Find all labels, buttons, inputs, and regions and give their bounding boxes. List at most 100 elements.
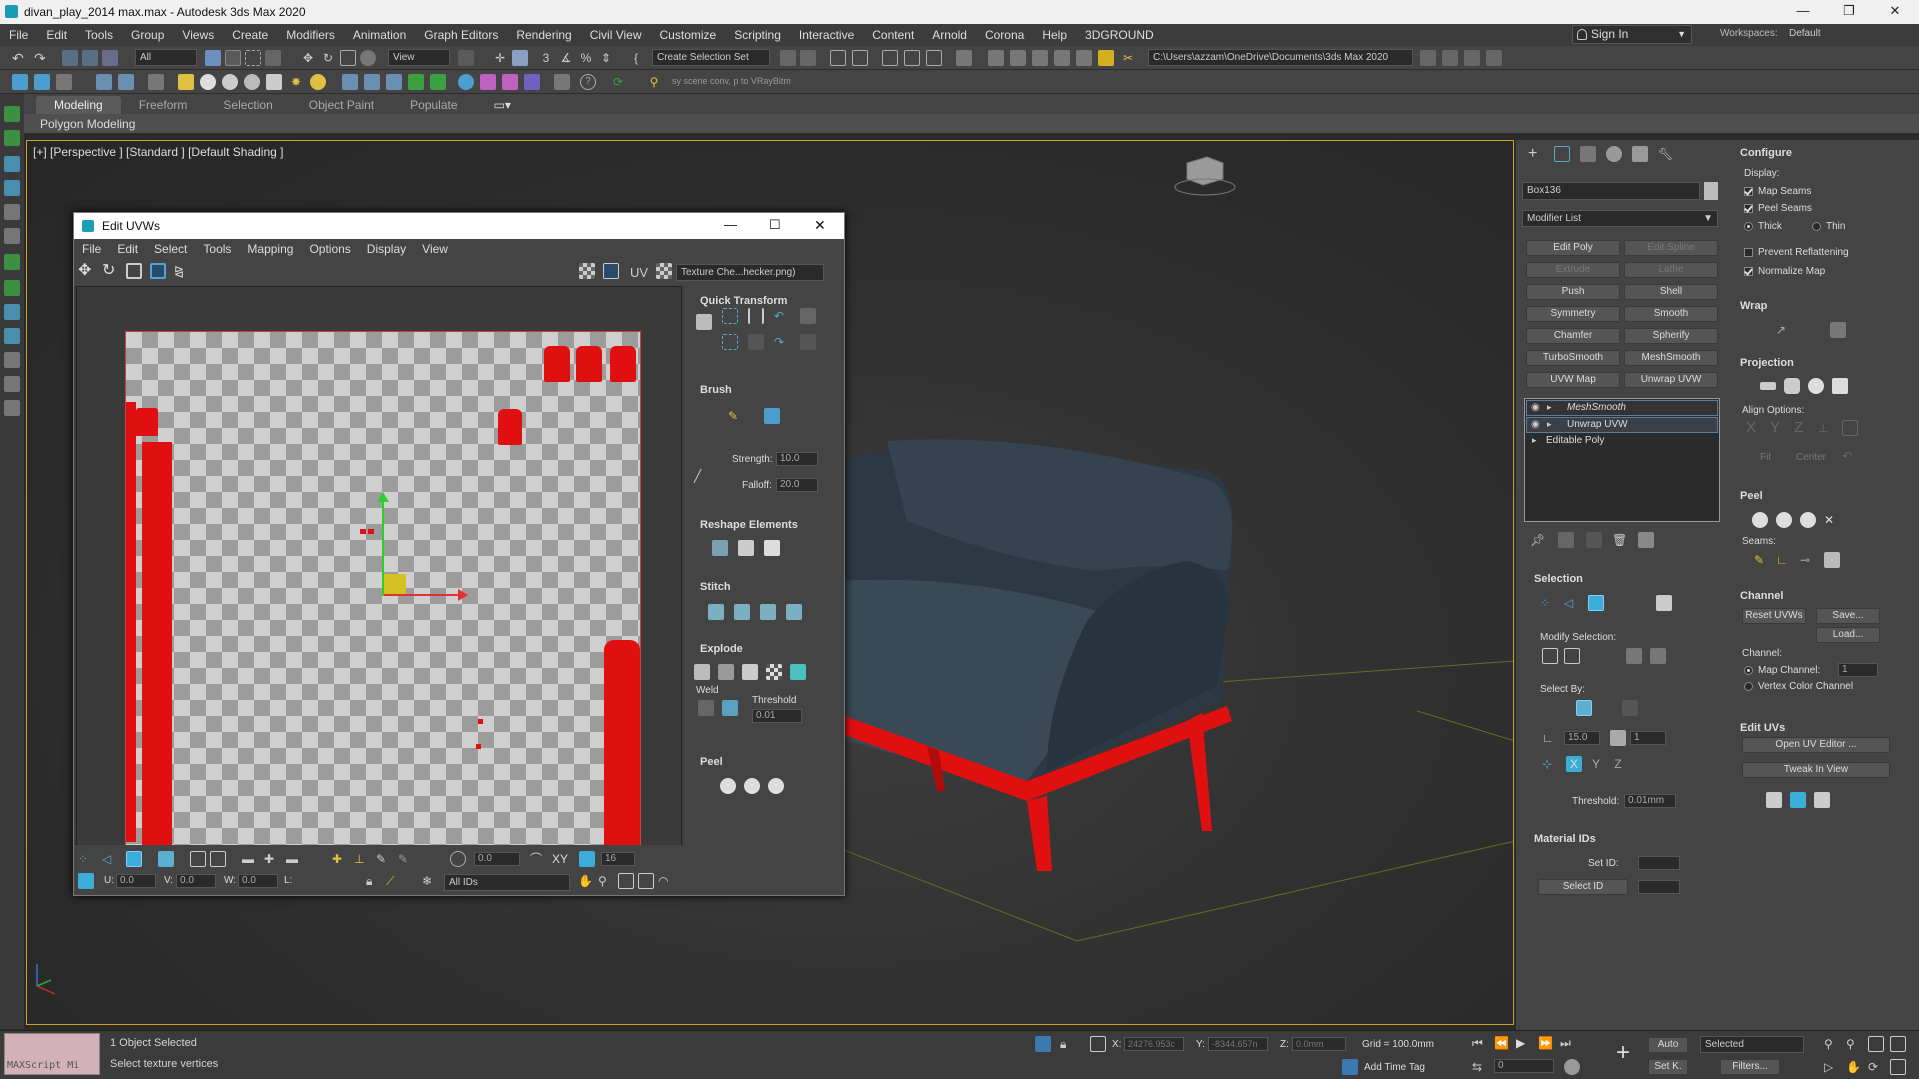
angle-spinner[interactable]: 0.0: [474, 852, 520, 866]
stack-item-editable-poly[interactable]: ▸ Editable Poly: [1526, 434, 1718, 450]
uvw-menu-select[interactable]: Select: [146, 242, 195, 256]
peel-icon-1[interactable]: [720, 778, 736, 794]
toolbar2-icon-6[interactable]: [148, 74, 164, 90]
menu-rendering[interactable]: Rendering: [507, 28, 580, 42]
menu-views[interactable]: Views: [173, 28, 223, 42]
uvw-menu-display[interactable]: Display: [359, 242, 414, 256]
uvw-map-button[interactable]: UVW Map: [1526, 372, 1620, 388]
cylindrical-map-icon[interactable]: [1784, 378, 1800, 394]
element-mode-icon[interactable]: [158, 851, 174, 867]
uv-shell[interactable]: [576, 346, 602, 382]
menu-create[interactable]: Create: [223, 28, 277, 42]
left-tool-10[interactable]: [4, 328, 20, 344]
brush-header[interactable]: Brush: [700, 384, 732, 396]
explode-header[interactable]: Explode: [700, 643, 743, 655]
axis-y-icon[interactable]: Y: [1588, 756, 1604, 772]
window-crossing-icon[interactable]: [265, 50, 281, 66]
select-id-spinner[interactable]: [1638, 880, 1680, 894]
open-uv-editor-button[interactable]: Open UV Editor ...: [1742, 737, 1890, 753]
left-tool-4[interactable]: [4, 180, 20, 196]
select-rect-2-icon[interactable]: [210, 851, 226, 867]
menu-graph-editors[interactable]: Graph Editors: [415, 28, 507, 42]
qt-icon-7[interactable]: [748, 334, 764, 350]
show-end-result-icon[interactable]: [1558, 532, 1574, 548]
left-tool-9[interactable]: [4, 304, 20, 320]
time-config-icon[interactable]: [1564, 1059, 1580, 1075]
toolbar2-icon-11[interactable]: [430, 74, 446, 90]
channel-header[interactable]: Channel: [1740, 590, 1783, 602]
angle-threshold-spinner[interactable]: 15.0: [1564, 731, 1600, 745]
project-path-dropdown[interactable]: C:\Users\azzam\OneDrive\Documents\3ds Ma…: [1148, 49, 1413, 66]
uvw-rotate-icon[interactable]: ↻: [102, 263, 118, 279]
select-id-button[interactable]: Select ID: [1538, 879, 1628, 895]
shell-button[interactable]: Shell: [1624, 284, 1718, 300]
light-icon[interactable]: ✸: [288, 74, 304, 90]
uvw-mirror-icon[interactable]: ⧎: [174, 263, 190, 279]
toolbar2-icon-8[interactable]: [364, 74, 380, 90]
left-tool-1[interactable]: [4, 106, 20, 122]
toolbar2-icon-13[interactable]: [480, 74, 496, 90]
zoom-icon[interactable]: ⚲: [598, 873, 614, 889]
fov-icon[interactable]: ▷: [1824, 1059, 1840, 1075]
eye-icon[interactable]: ◉: [1531, 402, 1540, 413]
planar-map-icon[interactable]: [1760, 382, 1776, 390]
ribbon-options-icon[interactable]: ▭▾: [476, 96, 529, 114]
uv-shell[interactable]: [136, 408, 158, 436]
axis-x-icon[interactable]: X: [1566, 756, 1582, 772]
uvw-menu-options[interactable]: Options: [301, 242, 358, 256]
soft-select-icon[interactable]: [450, 851, 466, 867]
grow-icon[interactable]: ✚: [264, 851, 280, 867]
select-by-element-icon[interactable]: [1576, 700, 1592, 716]
left-tool-5[interactable]: [4, 204, 20, 220]
left-tool-12[interactable]: [4, 376, 20, 392]
gizmo-y-arrow[interactable]: [377, 492, 389, 502]
time-tag-icon[interactable]: [1342, 1059, 1358, 1075]
expand-icon[interactable]: ▸: [1532, 435, 1537, 446]
brush-line-icon[interactable]: ╱: [694, 468, 710, 484]
uv-vertex[interactable]: [478, 719, 483, 724]
uvw-menu-edit[interactable]: Edit: [109, 242, 146, 256]
toolbar2-icon-10[interactable]: [408, 74, 424, 90]
paint-grow-icon[interactable]: ⊥: [354, 851, 370, 867]
align-x-icon[interactable]: X: [1746, 420, 1762, 436]
peel-rollout-header[interactable]: Peel: [1740, 490, 1763, 502]
load-uvws-button[interactable]: Load...: [1816, 627, 1880, 643]
left-tool-11[interactable]: [4, 352, 20, 368]
thick-radio[interactable]: [1744, 222, 1753, 231]
gizmo-x-arrow[interactable]: [458, 589, 468, 601]
uv-mode-2-icon[interactable]: [1790, 792, 1806, 808]
current-frame-field[interactable]: 0: [1494, 1059, 1554, 1073]
project-create-icon[interactable]: [1464, 50, 1480, 66]
uvw-freeform-icon[interactable]: [150, 263, 166, 279]
menu-file[interactable]: File: [0, 28, 37, 42]
menu-3dground[interactable]: 3DGROUND: [1076, 28, 1163, 42]
menu-modifiers[interactable]: Modifiers: [277, 28, 344, 42]
uvw-menu-tools[interactable]: Tools: [195, 242, 239, 256]
xy-toggle[interactable]: XY: [552, 852, 568, 866]
project-open-icon[interactable]: [1486, 50, 1502, 66]
qt-icon-9[interactable]: [800, 334, 816, 350]
toolbar2-icon-1[interactable]: [12, 74, 28, 90]
sel-threshold-spinner[interactable]: 0.01mm: [1624, 794, 1676, 808]
polygon-modeling-label[interactable]: Polygon Modeling: [40, 117, 135, 131]
pin-stack-icon[interactable]: 📌︎: [1530, 532, 1546, 548]
zoom-extents-icon[interactable]: [638, 873, 654, 889]
workspace-dropdown[interactable]: Default: [1785, 26, 1915, 43]
layer-explorer-icon[interactable]: [830, 50, 846, 66]
set-key-button[interactable]: Set K.: [1648, 1059, 1688, 1075]
project-set-icon[interactable]: [1442, 50, 1458, 66]
key-filters-button[interactable]: Filters...: [1720, 1059, 1780, 1075]
ribbon-tab-selection[interactable]: Selection: [205, 96, 290, 114]
toolbar2-icon-5[interactable]: [118, 74, 134, 90]
menu-customize[interactable]: Customize: [651, 28, 726, 42]
close-button[interactable]: ✕: [1872, 0, 1918, 24]
create-tab-icon[interactable]: +: [1528, 146, 1544, 162]
unlink-icon[interactable]: [82, 50, 98, 66]
reshape-relax-icon[interactable]: [738, 540, 754, 556]
pin-vertices-icon[interactable]: ✕: [1824, 512, 1840, 528]
spherify-button[interactable]: Spherify: [1624, 328, 1718, 344]
align-normal-icon[interactable]: ⊥: [1818, 420, 1834, 436]
count-spinner[interactable]: 1: [1630, 731, 1666, 745]
uvw-move-icon[interactable]: ✥: [78, 263, 94, 279]
y-coord-field[interactable]: -8344.657n: [1208, 1037, 1268, 1051]
